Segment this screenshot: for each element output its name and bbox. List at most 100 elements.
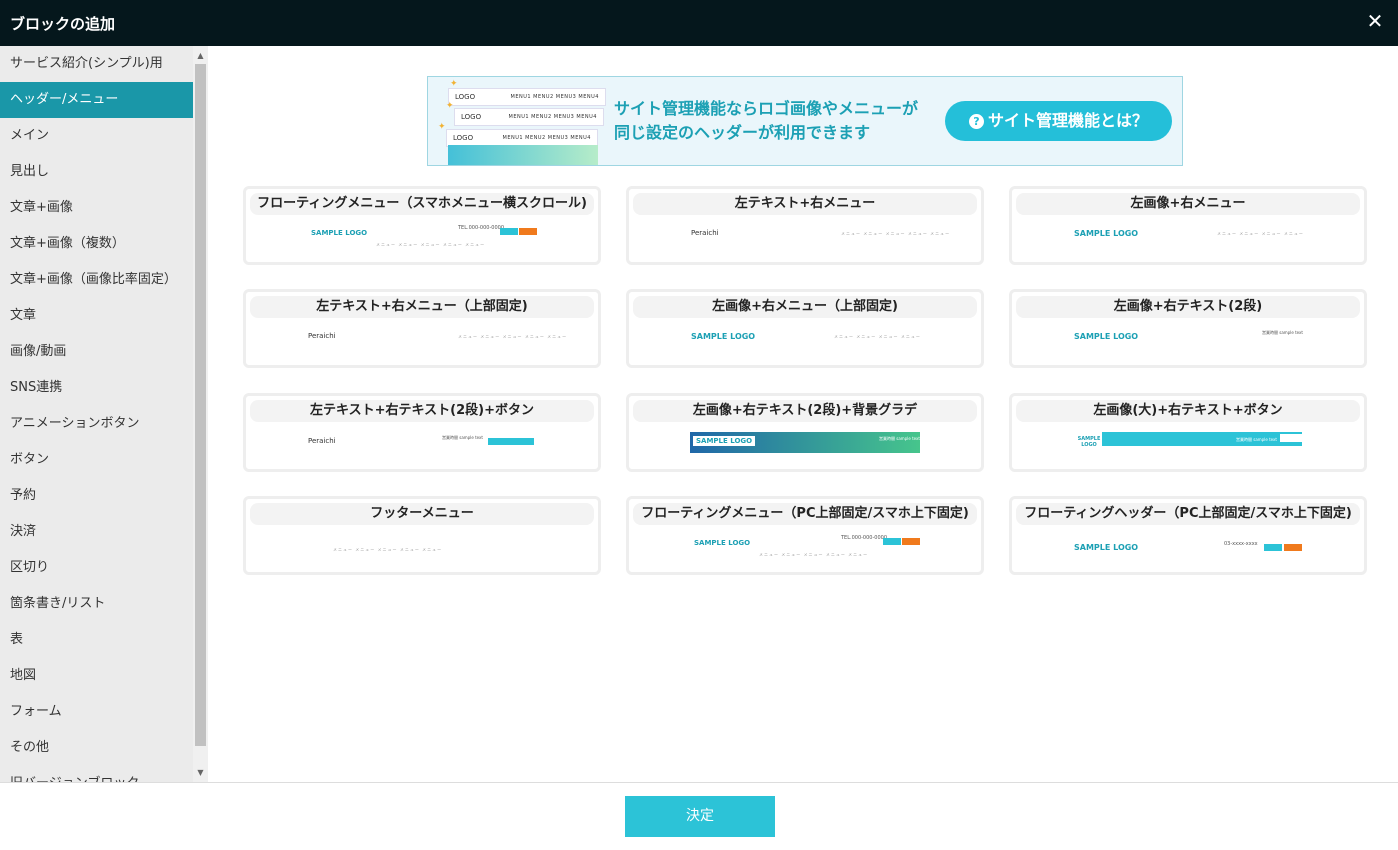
block-gallery: LOGO MENU1 MENU2 MENU3 MENU4 LOGO MENU1 … <box>208 46 1398 782</box>
sidebar-item[interactable]: 決済 <box>0 514 193 550</box>
mock-gradient <box>448 145 598 165</box>
sidebar-item[interactable]: 文章+画像 <box>0 190 193 226</box>
sidebar-item[interactable]: ヘッダー/メニュー <box>0 82 193 118</box>
sidebar-item[interactable]: サービス紹介(シンプル)用 <box>0 46 193 82</box>
block-card[interactable]: フローティングメニュー（PC上部固定/スマホ上下固定) SAMPLE LOGO TE… <box>626 496 984 575</box>
sidebar-item[interactable]: 区切り <box>0 550 193 586</box>
block-preview: SAMPLE LOGO 営業時間 sample text <box>629 426 981 469</box>
block-card[interactable]: 左画像+右メニュー SAMPLE LOGO メニュー メニュー メニュー メニュー <box>1009 186 1367 265</box>
block-preview: SAMPLE LOGO 03-xxxx-xxxx <box>1012 529 1364 572</box>
block-card-title: 左テキスト+右メニュー（上部固定) <box>250 296 594 318</box>
block-card-title: 左テキスト+右メニュー <box>633 193 977 215</box>
mock-header-row: LOGO MENU1 MENU2 MENU3 MENU4 <box>448 88 606 106</box>
preview-menu: メニュー メニュー メニュー メニュー <box>1217 231 1304 236</box>
confirm-button[interactable]: 決定 <box>625 796 775 837</box>
preview-logo: SAMPLE LOGO <box>1074 543 1139 552</box>
preview-menu: メニュー メニュー メニュー メニュー メニュー <box>759 552 869 557</box>
block-card-title: 左画像+右テキスト(2段) <box>1016 296 1360 318</box>
sidebar-item[interactable]: 箇条書き/リスト <box>0 586 193 622</box>
preview-text: Peraichi <box>308 332 336 340</box>
modal-title: ブロックの追加 <box>10 15 116 33</box>
block-card[interactable]: 左テキスト+右メニュー Peraichi メニュー メニュー メニュー メニュー メ… <box>626 186 984 265</box>
preview-logo: SAMPLE LOGO <box>1074 229 1139 238</box>
block-preview: Peraichi メニュー メニュー メニュー メニュー メニュー <box>246 322 598 365</box>
banner-message-line: サイト管理機能ならロゴ画像やメニューが <box>614 99 919 118</box>
sidebar-item[interactable]: 予約 <box>0 478 193 514</box>
mock-logo: LOGO <box>455 93 476 101</box>
preview-button <box>500 228 518 235</box>
sidebar-item[interactable]: 文章+画像（複数） <box>0 226 193 262</box>
preview-tel: 03-xxxx-xxxx <box>1224 541 1258 547</box>
block-preview: Peraichi 営業時間 sample text <box>246 426 598 469</box>
preview-button <box>1280 434 1302 442</box>
block-card[interactable]: 左画像+右テキスト(2段) SAMPLE LOGO 営業時間 sample text <box>1009 289 1367 368</box>
banner-message: サイト管理機能ならロゴ画像やメニューが 同じ設定のヘッダーが利用できます <box>614 97 918 145</box>
block-card[interactable]: 左テキスト+右メニュー（上部固定) Peraichi メニュー メニュー メニュー … <box>243 289 601 368</box>
block-card[interactable]: フローティングメニュー（スマホメニュー横スクロール) SAMPLE LOGO TEL… <box>243 186 601 265</box>
preview-menu: メニュー メニュー メニュー メニュー メニュー <box>458 334 568 339</box>
block-card[interactable]: フローティングヘッダー（PC上部固定/スマホ上下固定) SAMPLE LOGO 03… <box>1009 496 1367 575</box>
preview-button <box>1284 544 1302 551</box>
sidebar-item[interactable]: その他 <box>0 730 193 766</box>
block-preview: SAMPLE LOGO TEL.000-000-0000 メニュー メニュー メニュ… <box>629 529 981 572</box>
block-card-title: フローティングメニュー（PC上部固定/スマホ上下固定) <box>633 503 977 525</box>
sidebar-item[interactable]: 見出し <box>0 154 193 190</box>
banner-message-line: 同じ設定のヘッダーが利用できます <box>614 123 871 142</box>
sidebar-item[interactable]: フォーム <box>0 694 193 730</box>
preview-logo: SAMPLE LOGO <box>693 436 756 446</box>
sidebar-item[interactable]: 画像/動画 <box>0 334 193 370</box>
preview-tel: TEL.000-000-0000 <box>841 535 888 541</box>
mock-menus: MENU1 MENU2 MENU3 MENU4 <box>510 94 599 100</box>
preview-logo: SAMPLE LOGO <box>1074 332 1139 341</box>
block-card-title: フッターメニュー <box>250 503 594 525</box>
site-management-button[interactable]: ? サイト管理機能とは？ <box>945 101 1172 141</box>
preview-button <box>488 438 534 445</box>
block-card[interactable]: フッターメニューメニュー メニュー メニュー メニュー メニュー <box>243 496 601 575</box>
mock-menus: MENU1 MENU2 MENU3 MENU4 <box>508 114 597 120</box>
block-preview: SAMPLE LOGO 営業時間 sample text <box>1012 426 1364 469</box>
scroll-up-arrow-icon[interactable]: ▲ <box>193 48 208 63</box>
site-management-button-label: サイト管理機能とは？ <box>987 111 1148 130</box>
block-card-title: 左テキスト+右テキスト(2段)+ボタン <box>250 400 594 422</box>
block-preview: SAMPLE LOGO メニュー メニュー メニュー メニュー <box>1012 219 1364 262</box>
preview-logo: SAMPLE LOGO <box>694 539 751 547</box>
sidebar-item[interactable]: メイン <box>0 118 193 154</box>
block-preview: メニュー メニュー メニュー メニュー メニュー <box>246 529 598 572</box>
sparkle-icon: ✦ <box>446 101 454 111</box>
sidebar-item[interactable]: 文章+画像（画像比率固定） <box>0 262 193 298</box>
preview-button <box>883 538 901 545</box>
category-list: サービス紹介(シンプル)用 ヘッダー/メニュー メイン 見出し 文章+画像 文章+画像（複… <box>0 46 193 782</box>
block-card[interactable]: 左画像+右メニュー（上部固定) SAMPLE LOGO メニュー メニュー メニュー… <box>626 289 984 368</box>
sidebar-scrollbar[interactable]: ▲ ▼ <box>193 46 208 782</box>
site-management-banner[interactable]: LOGO MENU1 MENU2 MENU3 MENU4 LOGO MENU1 … <box>427 76 1183 166</box>
close-icon[interactable]: ✕ <box>1364 10 1386 32</box>
sparkle-icon: ✦ <box>438 122 446 132</box>
scrollbar-thumb[interactable] <box>195 64 206 746</box>
sidebar-item[interactable]: SNS連携 <box>0 370 193 406</box>
sidebar-item[interactable]: 表 <box>0 622 193 658</box>
category-sidebar: サービス紹介(シンプル)用 ヘッダー/メニュー メイン 見出し 文章+画像 文章+画像（複… <box>0 46 208 782</box>
preview-tel: TEL.000-000-0000 <box>458 225 505 231</box>
block-card-title: フローティングメニュー（スマホメニュー横スクロール) <box>250 193 594 215</box>
block-card[interactable]: 左テキスト+右テキスト(2段)+ボタン Peraichi 営業時間 sample t… <box>243 393 601 472</box>
sidebar-item[interactable]: 旧バージョンブロック <box>0 766 193 782</box>
preview-button <box>1264 544 1282 551</box>
block-card[interactable]: 左画像+右テキスト(2段)+背景グラデ SAMPLE LOGO 営業時間 sampl… <box>626 393 984 472</box>
preview-logo: SAMPLE LOGO <box>1077 436 1101 448</box>
preview-text: Peraichi <box>691 229 719 237</box>
block-card-title: 左画像+右テキスト(2段)+背景グラデ <box>633 400 977 422</box>
scroll-down-arrow-icon[interactable]: ▼ <box>193 765 208 780</box>
preview-info: 営業時間 sample text <box>879 436 920 441</box>
block-card[interactable]: 左画像(大)+右テキスト+ボタン SAMPLE LOGO 営業時間 sample t… <box>1009 393 1367 472</box>
sidebar-item[interactable]: ボタン <box>0 442 193 478</box>
modal-header: ブロックの追加 ✕ <box>0 0 1398 46</box>
mock-logo: LOGO <box>453 134 474 142</box>
sidebar-item[interactable]: 文章 <box>0 298 193 334</box>
block-card-title: フローティングヘッダー（PC上部固定/スマホ上下固定) <box>1016 503 1360 525</box>
preview-info: 営業時間 sample text <box>1262 330 1303 335</box>
block-card-title: 左画像(大)+右テキスト+ボタン <box>1016 400 1360 422</box>
sidebar-item[interactable]: アニメーションボタン <box>0 406 193 442</box>
banner-header-mock-image: LOGO MENU1 MENU2 MENU3 MENU4 LOGO MENU1 … <box>428 77 606 165</box>
sidebar-item[interactable]: 地図 <box>0 658 193 694</box>
block-card-title: 左画像+右メニュー（上部固定) <box>633 296 977 318</box>
